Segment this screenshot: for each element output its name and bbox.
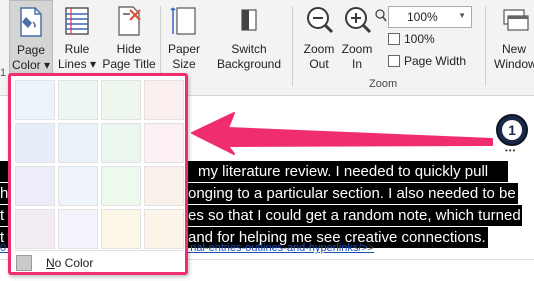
zoom-100-label: 100% [404,32,435,46]
page-width-label: Page Width [404,54,467,68]
zoom-in-label-2: In [351,57,362,71]
new-window-button[interactable]: New Window [494,0,534,76]
paper-size-label-1: Paper [167,42,201,56]
no-color-option[interactable]: No Color [16,254,166,272]
step-badge-number: 1 [502,120,522,140]
selected-text-line: onging to a particular section. I also n… [188,183,518,204]
color-swatch[interactable] [101,123,141,163]
zoom-group-label: Zoom [369,78,398,90]
paper-size-button[interactable]: Paper Size [165,0,203,76]
paper-size-label-2: Size [172,57,196,71]
selected-text-prefix: t [0,205,8,226]
color-swatch[interactable] [15,123,55,163]
chevron-down-icon: ▼ [458,11,466,20]
no-color-swatch [16,255,32,271]
selected-text-line: my literature review. I needed to quickl… [188,161,508,182]
page-width-button[interactable]: Page Width [388,54,466,68]
hide-page-title-label-1: Hide [116,42,142,56]
ribbon-separator [292,6,293,86]
color-swatch[interactable] [144,123,184,163]
zoom-out-label-1: Zoom [303,42,335,56]
page-width-icon [388,55,400,67]
hide-page-title-button[interactable]: Hide Page Title [101,0,157,76]
zoom-in-icon [345,7,372,34]
hide-page-title-icon [118,6,141,36]
selected-text-prefix: h [0,183,8,204]
hide-page-title-label-2: Page Title [102,57,156,71]
hyperlink-tail: nal-entries-outlines-and-hyperlinks/> [190,242,368,254]
color-swatch[interactable] [144,166,184,206]
color-swatch[interactable] [15,209,55,249]
zoom-level-value: 100% [407,10,438,24]
switch-background-icon [241,9,257,31]
selected-text-line: es so that I could get a random note, wh… [188,205,522,226]
dropdown-divider [15,250,183,251]
rule-lines-label-2: Lines ▾ [57,57,97,71]
zoom-in-label-1: Zoom [341,42,373,56]
color-swatch[interactable] [101,166,141,206]
page-color-button[interactable]: Page Color ▾ [9,0,53,76]
color-swatch[interactable] [58,80,98,120]
no-color-accelerator: N [46,256,55,270]
no-color-label: o Color [54,256,94,270]
new-window-label-2: Window [494,57,534,71]
color-swatch[interactable] [101,80,141,120]
zoom-out-icon [307,7,334,34]
zoom-100-button[interactable]: 100% [388,32,435,46]
new-window-label-1: New [501,42,526,56]
zoom-in-button[interactable]: Zoom In [340,0,374,76]
zoom-level-select[interactable]: 100% ▼ [388,6,472,28]
switch-background-label-1: Switch [231,42,267,56]
switch-background-label-2: Background [216,57,282,71]
rule-lines-icon [65,7,89,35]
color-swatch[interactable] [15,80,55,120]
page-color-icon [20,7,42,37]
zoom-out-button[interactable]: Zoom Out [299,0,339,76]
color-swatch[interactable] [101,209,141,249]
page-icon [388,33,400,45]
selected-text-prefix [0,161,8,182]
color-swatch[interactable] [58,166,98,206]
color-swatch[interactable] [58,123,98,163]
page-color-dropdown: No Color [8,73,188,275]
drag-handle[interactable]: ••• [505,146,516,155]
color-swatch[interactable] [144,209,184,249]
new-window-icon [503,9,529,31]
step-badge: 1 [496,114,528,146]
line-number: 1 [0,67,7,79]
hyperlink-start: 0 [0,242,7,254]
page-color-label-1: Page [16,43,46,57]
color-swatch[interactable] [144,80,184,120]
zoom-small-icon [375,9,387,26]
paper-size-icon [170,7,196,35]
zoom-out-label-2: Out [309,57,329,71]
page-color-label-2: Color ▾ [11,58,51,72]
color-swatch[interactable] [15,166,55,206]
switch-background-button[interactable]: Switch Background [212,0,286,76]
color-swatch[interactable] [58,209,98,249]
rule-lines-label-1: Rule [64,42,90,56]
rule-lines-button[interactable]: Rule Lines ▾ [57,0,97,76]
ribbon-separator [485,6,486,86]
